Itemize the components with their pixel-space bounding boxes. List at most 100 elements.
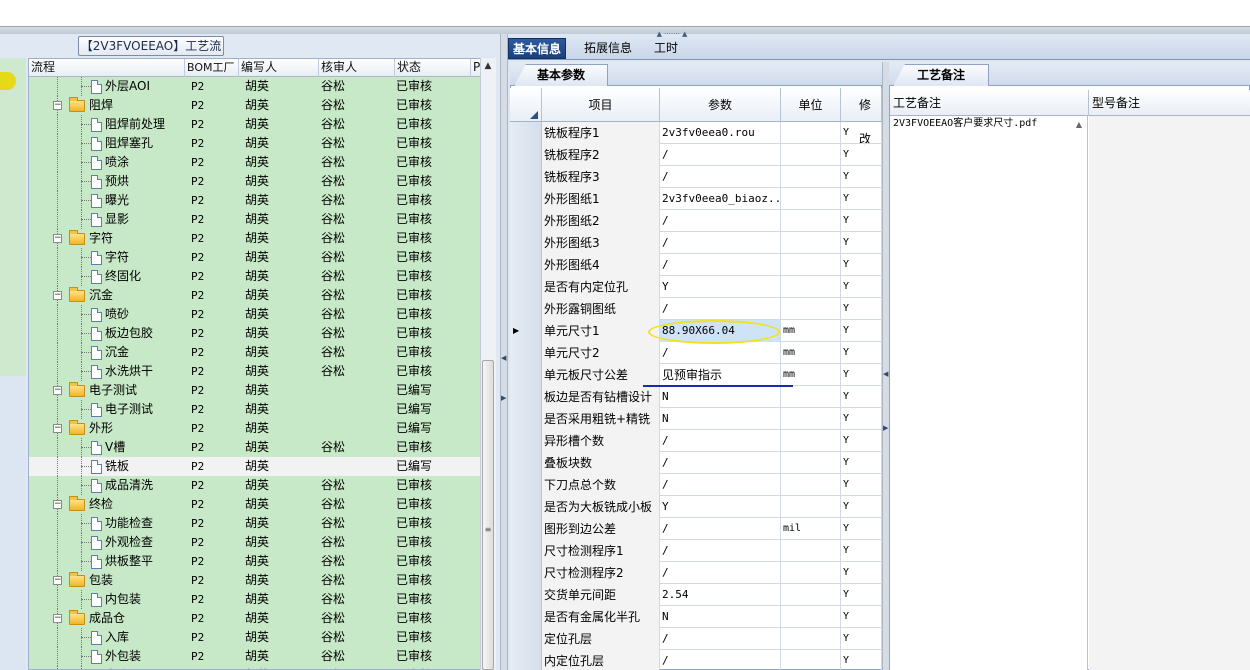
param-row[interactable]: 尺寸检测程序2/ Y — [510, 562, 882, 584]
col-header-process-remark[interactable]: 工艺备注 — [890, 90, 1089, 116]
tree-row[interactable]: 外观检查 P2 胡英 谷松 已审核 — [29, 533, 481, 552]
param-value[interactable]: / — [660, 474, 781, 496]
horizontal-splitter-grip-icon[interactable]: ▲ ······· ▲ — [640, 30, 704, 38]
tree-row[interactable]: 显影 P2 胡英 谷松 已审核 — [29, 210, 481, 229]
param-unit[interactable] — [781, 430, 841, 452]
collapse-toggle-icon[interactable]: − — [53, 291, 62, 300]
remark-scroll-up-icon[interactable]: ▲ — [1074, 120, 1084, 130]
tree-folder-row[interactable]: − 成品仓 P2 胡英 谷松 已审核 — [29, 609, 481, 628]
col-header-item[interactable]: 项目 — [542, 88, 660, 122]
row-indicator[interactable] — [510, 606, 542, 628]
param-modify[interactable]: Y — [841, 364, 882, 386]
row-indicator[interactable] — [510, 584, 542, 606]
param-row[interactable]: 外形图纸2/ Y — [510, 210, 882, 232]
param-modify[interactable]: Y — [841, 430, 882, 452]
row-indicator[interactable] — [510, 210, 542, 232]
col-header-bom[interactable]: BOM工厂 — [185, 59, 239, 77]
param-unit[interactable] — [781, 232, 841, 254]
param-value[interactable]: / — [660, 342, 781, 364]
param-unit[interactable] — [781, 452, 841, 474]
row-indicator[interactable] — [510, 232, 542, 254]
tree-row[interactable]: 水洗烘干 P2 胡英 谷松 已审核 — [29, 362, 481, 381]
param-row[interactable]: 单元尺寸2/mm Y — [510, 342, 882, 364]
param-modify[interactable]: Y — [841, 188, 882, 210]
param-row[interactable]: 异形槽个数 / Y — [510, 430, 882, 452]
param-modify[interactable]: Y — [841, 166, 882, 188]
param-modify[interactable]: Y — [841, 144, 882, 166]
tree-row[interactable]: 外包装 P2 胡英 谷松 已审核 — [29, 647, 481, 666]
param-value[interactable]: / — [660, 254, 781, 276]
left-right-splitter[interactable]: ◀ ▶ — [500, 34, 508, 670]
scroll-up-arrow-icon[interactable]: ▲ — [480, 58, 496, 74]
row-indicator[interactable] — [510, 298, 542, 320]
col-header-unit[interactable]: 单位 — [781, 88, 841, 122]
param-modify[interactable]: Y — [841, 496, 882, 518]
param-value[interactable]: / — [660, 562, 781, 584]
row-indicator[interactable] — [510, 408, 542, 430]
collapse-toggle-icon[interactable]: − — [53, 386, 62, 395]
param-row[interactable]: 单元板尺寸公差 见预审指示 mm Y — [510, 364, 882, 386]
param-value[interactable]: / — [660, 232, 781, 254]
col-header-writer[interactable]: 编写人 — [239, 59, 319, 77]
param-value[interactable]: / — [660, 452, 781, 474]
param-row[interactable]: 叠板块数 / Y — [510, 452, 882, 474]
param-value[interactable]: / — [660, 650, 781, 670]
param-value[interactable]: / — [660, 628, 781, 650]
param-row[interactable]: 是否采用粗铣+精铣 N Y — [510, 408, 882, 430]
row-indicator[interactable] — [510, 452, 542, 474]
row-indicator[interactable] — [510, 188, 542, 210]
row-indicator[interactable] — [510, 254, 542, 276]
param-unit[interactable] — [781, 386, 841, 408]
tree-folder-row[interactable]: − 包装 P2 胡英 谷松 已审核 — [29, 571, 481, 590]
tree-row[interactable]: 终固化 P2 胡英 谷松 已审核 — [29, 267, 481, 286]
param-row[interactable]: 板边是否有钻槽设计 N Y — [510, 386, 882, 408]
param-row[interactable]: 外形图纸1 2v3fv0eea0_biaoz... Y — [510, 188, 882, 210]
tree-scroll-thumb[interactable] — [482, 360, 494, 670]
process-remark-cell[interactable] — [890, 116, 1088, 670]
param-modify[interactable]: Y — [841, 628, 882, 650]
param-row[interactable]: 交货单元间距 2.54 Y — [510, 584, 882, 606]
param-row[interactable]: 图形到边公差 / mil Y — [510, 518, 882, 540]
param-unit[interactable] — [781, 628, 841, 650]
param-unit[interactable] — [781, 254, 841, 276]
tree-folder-row[interactable]: − 阻焊 P2 胡英 谷松 已审核 — [29, 96, 481, 115]
collapse-toggle-icon[interactable]: − — [53, 576, 62, 585]
tree-row[interactable]: 出库 P2 胡英 谷松 已审核 — [29, 666, 481, 669]
col-header-model-remark[interactable]: 型号备注 — [1089, 90, 1250, 116]
param-modify[interactable]: Y — [841, 562, 882, 584]
tab-extended-info[interactable]: 拓展信息 — [580, 38, 636, 59]
param-unit[interactable] — [781, 474, 841, 496]
row-indicator[interactable] — [510, 166, 542, 188]
param-value[interactable]: Y — [660, 496, 781, 518]
tree-row[interactable]: 曝光 P2 胡英 谷松 已审核 — [29, 191, 481, 210]
row-indicator[interactable] — [510, 430, 542, 452]
param-unit[interactable] — [781, 122, 841, 144]
param-modify[interactable]: Y — [841, 254, 882, 276]
param-row[interactable]: 内定位孔层 / Y — [510, 650, 882, 670]
param-value[interactable]: 2.54 — [660, 584, 781, 606]
param-unit[interactable] — [781, 144, 841, 166]
param-unit[interactable]: mm — [781, 342, 841, 364]
param-unit[interactable] — [781, 650, 841, 670]
param-row[interactable]: 下刀点总个数 / Y — [510, 474, 882, 496]
param-modify[interactable]: Y — [841, 408, 882, 430]
tree-row[interactable]: 预烘 P2 胡英 谷松 已审核 — [29, 172, 481, 191]
col-header-param[interactable]: 参数 — [660, 88, 781, 122]
tree-row[interactable]: 铣板 P2 胡英 已编写 — [29, 457, 481, 476]
collapse-toggle-icon[interactable]: − — [53, 101, 62, 110]
row-indicator[interactable] — [510, 518, 542, 540]
param-row[interactable]: 外形图纸4/ Y — [510, 254, 882, 276]
param-unit[interactable] — [781, 298, 841, 320]
param-value[interactable]: N — [660, 386, 781, 408]
collapse-toggle-icon[interactable]: − — [53, 424, 62, 433]
param-row[interactable]: 铣板程序2/ Y — [510, 144, 882, 166]
tab-work-hours[interactable]: 工时 — [650, 38, 682, 59]
tab-process-remark[interactable]: 工艺备注 — [893, 64, 989, 86]
param-value[interactable]: / — [660, 210, 781, 232]
param-unit[interactable]: mm — [781, 364, 841, 386]
row-indicator[interactable] — [510, 540, 542, 562]
row-indicator[interactable] — [510, 474, 542, 496]
tree-row[interactable]: 喷涂 P2 胡英 谷松 已审核 — [29, 153, 481, 172]
param-unit[interactable] — [781, 606, 841, 628]
param-unit[interactable] — [781, 408, 841, 430]
